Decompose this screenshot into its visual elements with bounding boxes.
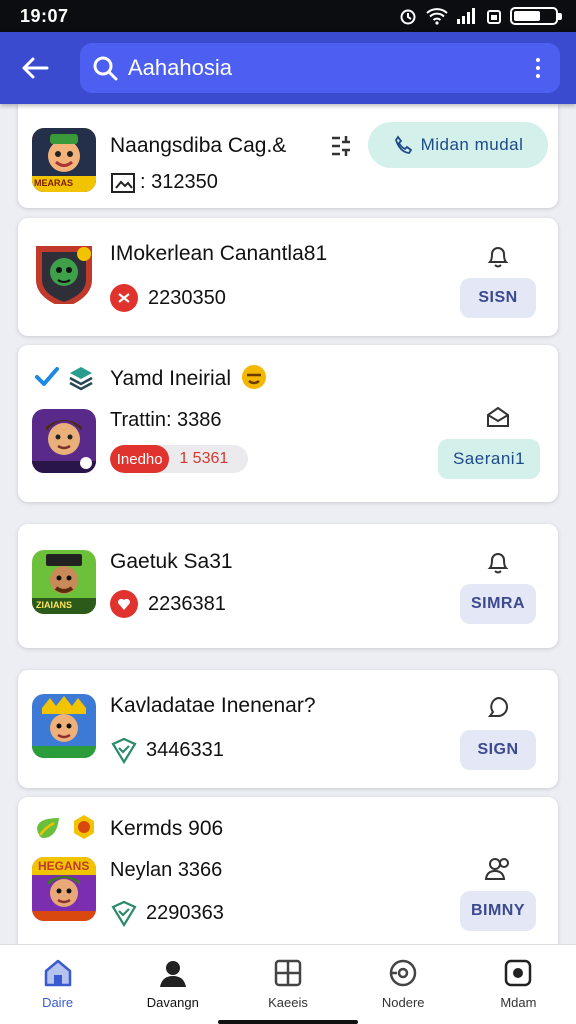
app-icon: ZIAIANS xyxy=(32,550,96,614)
search-text: Aahahosia xyxy=(128,55,232,80)
app-icon xyxy=(32,240,96,304)
bell-icon[interactable] xyxy=(484,242,512,270)
badge-icon xyxy=(74,815,94,839)
grid-icon xyxy=(274,959,302,987)
app-header: Aahahosia xyxy=(0,32,576,104)
action-button[interactable]: Midan mudal xyxy=(368,122,548,168)
item-value-row: 2290363 xyxy=(110,899,224,927)
status-bar: 19:07 xyxy=(0,0,576,32)
item-value: 2236381 xyxy=(148,592,226,615)
status-icons xyxy=(398,6,562,26)
progress-bar: Inedho 1 5361 xyxy=(110,445,248,473)
action-button[interactable]: SIMRA xyxy=(460,584,536,624)
layers-icon xyxy=(69,367,93,391)
person-icon xyxy=(159,961,186,987)
item-title: Kermds 906 xyxy=(110,817,224,840)
item-value: : 312350 xyxy=(140,170,218,193)
app-icon-label: MEARAS xyxy=(34,178,74,188)
action-label: Midan mudal xyxy=(420,135,524,154)
progress-value: 1 5361 xyxy=(179,450,229,467)
app-icon xyxy=(32,694,96,758)
action-button[interactable]: Saerani1 xyxy=(438,439,540,479)
alarm-icon xyxy=(400,9,416,25)
action-label: BIMNY xyxy=(470,902,526,919)
item-title: IMokerlean Canantla81 xyxy=(110,242,328,265)
nav-item-profile[interactable]: Davangn xyxy=(115,945,230,1024)
list-item[interactable]: ZIAIANS Gaetuk Sa31 2236381 SIMRA xyxy=(18,524,558,648)
wifi-icon xyxy=(426,8,448,25)
heart-icon xyxy=(110,284,138,312)
item-title: Kavladatae Inenenar? xyxy=(110,694,316,717)
shield-check-icon xyxy=(111,737,137,764)
item-title: Yamd Ineirial xyxy=(110,367,231,390)
list-item[interactable]: IMokerlean Canantla81 2230350 SISN xyxy=(18,218,558,336)
heart-icon xyxy=(110,590,138,618)
progress-label: Inedho xyxy=(116,450,163,468)
image-frame-icon xyxy=(111,173,135,193)
nav-item-home[interactable]: Daire xyxy=(0,945,115,1024)
app-icon-label: ZIAIANS xyxy=(36,600,72,610)
item-value-secondary: 2290363 xyxy=(146,901,224,924)
list-item[interactable]: Yamd Ineirial Trattin: 3386 Inedho 1 536… xyxy=(18,345,558,502)
mail-icon[interactable] xyxy=(484,403,512,431)
item-title: Gaetuk Sa31 xyxy=(110,550,233,573)
list-item[interactable]: Kermds 906 HEGANS Neylan 3366 2290363 BI… xyxy=(18,797,558,944)
nav-label: Daire xyxy=(42,995,74,1010)
item-value: 3446331 xyxy=(146,738,224,761)
nav-label: Kaeeis xyxy=(268,995,308,1010)
action-label: SISN xyxy=(478,289,518,306)
item-value: 2230350 xyxy=(148,286,226,309)
item-value-row: : 312350 xyxy=(110,170,218,194)
action-button[interactable]: SIGN xyxy=(460,730,536,770)
bottom-nav: Daire Davangn Kaeeis Nodere Mdam xyxy=(0,944,576,1024)
list-settings-icon[interactable] xyxy=(328,132,356,160)
action-button[interactable]: SISN xyxy=(460,278,536,318)
status-time: 19:07 xyxy=(20,5,69,26)
nav-item-grid[interactable]: Kaeeis xyxy=(230,945,345,1024)
signal-icon xyxy=(457,8,475,24)
list-item[interactable]: Kavladatae Inenenar? 3446331 SIGN xyxy=(18,670,558,788)
bell-icon[interactable] xyxy=(484,548,512,576)
item-value-row: 2230350 xyxy=(110,284,226,312)
action-button[interactable]: BIMNY xyxy=(460,891,536,931)
nav-label: Mdam xyxy=(500,995,537,1010)
item-title: Naangsdiba Cag.& xyxy=(110,134,287,157)
progress-fill: Inedho xyxy=(110,445,170,473)
app-icon: HEGANS xyxy=(32,857,96,921)
battery-icon xyxy=(510,7,562,25)
search-icon xyxy=(93,56,118,81)
disc-icon xyxy=(389,959,417,987)
app-icon-label: HEGANS xyxy=(38,859,90,873)
action-label: SIMRA xyxy=(470,595,526,612)
app-icon xyxy=(32,409,96,473)
nav-label: Davangn xyxy=(146,995,199,1010)
action-label: Saerani1 xyxy=(452,449,526,468)
shield-check-icon xyxy=(111,900,137,927)
leaf-icon xyxy=(37,818,59,838)
more-options-button[interactable] xyxy=(528,58,548,78)
item-value: Neylan 3366 xyxy=(110,859,223,881)
home-indicator xyxy=(218,1020,358,1024)
search-input[interactable]: Aahahosia xyxy=(80,43,560,93)
data-icon xyxy=(487,10,501,24)
phone-icon xyxy=(394,135,412,154)
nav-label: Nodere xyxy=(381,995,425,1010)
check-icon xyxy=(35,367,59,386)
item-value: Trattin: 3386 xyxy=(110,409,222,431)
nav-item-record[interactable]: Mdam xyxy=(461,945,576,1024)
back-button[interactable] xyxy=(18,51,52,85)
emoji-icon xyxy=(242,365,266,389)
app-icon: MEARAS xyxy=(32,128,96,192)
item-value-row: 2236381 xyxy=(110,590,226,618)
list-item[interactable]: MEARAS Naangsdiba Cag.& : 312350 Midan m… xyxy=(18,104,558,208)
chat-icon[interactable] xyxy=(484,694,512,722)
people-icon[interactable] xyxy=(484,855,512,883)
arrow-left-icon xyxy=(22,57,49,79)
record-icon xyxy=(505,959,532,987)
nav-item-disc[interactable]: Nodere xyxy=(346,945,461,1024)
home-icon xyxy=(44,959,71,987)
action-label: SIGN xyxy=(477,741,519,758)
item-value-row: 3446331 xyxy=(110,736,224,764)
